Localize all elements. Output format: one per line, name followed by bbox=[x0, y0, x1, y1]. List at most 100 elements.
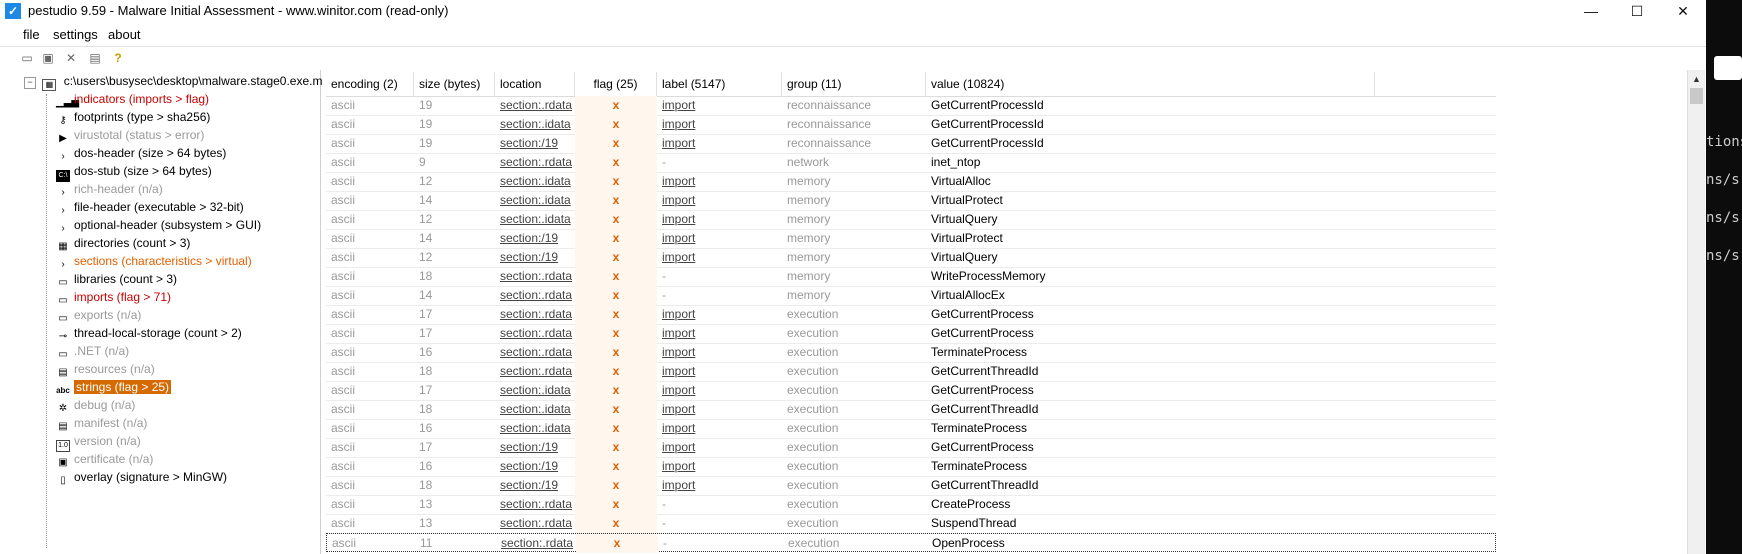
tree-item[interactable]: ▤ resources (n/a) bbox=[56, 360, 154, 378]
column-header[interactable]: flag (25) bbox=[575, 72, 657, 96]
table-cell[interactable]: import bbox=[657, 229, 782, 248]
maximize-button[interactable]: ☐ bbox=[1614, 0, 1660, 22]
help-icon[interactable]: ? bbox=[110, 50, 126, 66]
table-row[interactable]: ascii 17 section:.rdata x import execution Get… bbox=[326, 305, 1496, 325]
table-cell[interactable]: import bbox=[657, 476, 782, 495]
tree-item[interactable]: ⚷ footprints (type > sha256) bbox=[56, 108, 210, 126]
table-row[interactable]: ascii 19 section:.rdata x import reconnaissan… bbox=[326, 96, 1496, 116]
tree-item[interactable]: abc strings (flag > 25) bbox=[56, 378, 172, 396]
table-row[interactable]: ascii 16 section:.idata x import execution Ter… bbox=[326, 419, 1496, 439]
column-header[interactable]: group (11) bbox=[782, 72, 926, 96]
scroll-up-icon[interactable]: ▲ bbox=[1688, 72, 1705, 86]
table-row[interactable]: ascii 17 section:.rdata x import execution Get… bbox=[326, 324, 1496, 344]
table-row[interactable]: ascii 16 section:.rdata x import execution Ter… bbox=[326, 343, 1496, 363]
tree-item[interactable]: › sections (characteristics > virtual) bbox=[56, 252, 251, 270]
table-cell[interactable]: import bbox=[657, 400, 782, 419]
tree-item[interactable]: C:\ dos-stub (size > 64 bytes) bbox=[56, 162, 212, 182]
menu-file[interactable]: file bbox=[23, 27, 40, 42]
table-row[interactable]: ascii 14 section:/19 x import memory VirtualPr… bbox=[326, 229, 1496, 249]
table-cell[interactable]: import bbox=[657, 438, 782, 457]
table-row[interactable]: ascii 12 section:.idata x import memory Virtua… bbox=[326, 210, 1496, 230]
tree-item[interactable]: ▯ overlay (signature > MinGW) bbox=[56, 468, 227, 486]
table-cell[interactable]: section:/19 bbox=[495, 438, 575, 457]
table-cell[interactable]: section:.rdata bbox=[495, 267, 575, 286]
table-cell[interactable]: import bbox=[657, 96, 782, 115]
table-cell[interactable]: import bbox=[657, 172, 782, 191]
table-cell[interactable]: import bbox=[657, 134, 782, 153]
table-row[interactable]: ascii 13 section:.rdata x - execution SuspendT… bbox=[326, 514, 1496, 534]
table-cell[interactable]: import bbox=[657, 324, 782, 343]
table-cell[interactable]: section:.rdata bbox=[495, 153, 575, 172]
tree-item[interactable]: › dos-header (size > 64 bytes) bbox=[56, 144, 226, 162]
tree-item[interactable]: ✲ debug (n/a) bbox=[56, 396, 136, 414]
open-icon[interactable]: ▭ bbox=[19, 50, 35, 66]
table-row[interactable]: ascii 18 section:.rdata x import execution Get… bbox=[326, 362, 1496, 382]
table-cell[interactable]: section:.rdata bbox=[495, 286, 575, 305]
table-cell[interactable]: section:.rdata bbox=[495, 324, 575, 343]
table-cell[interactable]: import bbox=[657, 115, 782, 134]
list-icon[interactable]: ▤ bbox=[87, 50, 103, 66]
table-cell[interactable]: section:/19 bbox=[495, 476, 575, 495]
table-row[interactable]: ascii 18 section:.idata x import execution Get… bbox=[326, 400, 1496, 420]
table-cell[interactable]: section:.idata bbox=[495, 210, 575, 229]
table-cell[interactable]: import bbox=[657, 248, 782, 267]
tree-item[interactable]: ▣ certificate (n/a) bbox=[56, 450, 153, 468]
table-row[interactable]: ascii 11 section:.rdata x - execution OpenProc… bbox=[326, 533, 1496, 553]
tree-item[interactable]: ▭ libraries (count > 3) bbox=[56, 270, 177, 288]
table-cell[interactable]: section:.idata bbox=[495, 419, 575, 438]
table-cell[interactable]: import bbox=[657, 191, 782, 210]
table-cell[interactable]: section:/19 bbox=[495, 134, 575, 153]
minimize-button[interactable]: — bbox=[1568, 0, 1614, 22]
table-cell[interactable]: section:.rdata bbox=[495, 96, 575, 115]
column-header[interactable]: location bbox=[495, 72, 575, 96]
table-cell[interactable]: import bbox=[657, 457, 782, 476]
table-cell[interactable]: import bbox=[657, 210, 782, 229]
table-cell[interactable]: section:.idata bbox=[495, 400, 575, 419]
collapse-icon[interactable]: − bbox=[24, 77, 36, 89]
table-cell[interactable]: section:.idata bbox=[495, 191, 575, 210]
table-cell[interactable]: section:.rdata bbox=[496, 534, 576, 553]
tree-item[interactable]: ⊸ thread-local-storage (count > 2) bbox=[56, 324, 242, 342]
menu-about[interactable]: about bbox=[108, 27, 141, 42]
table-row[interactable]: ascii 18 section:/19 x import execution GetCur… bbox=[326, 476, 1496, 496]
table-cell[interactable]: import bbox=[657, 419, 782, 438]
tree-item[interactable]: ▦ directories (count > 3) bbox=[56, 234, 190, 252]
table-cell[interactable]: import bbox=[657, 381, 782, 400]
table-row[interactable]: ascii 19 section:/19 x import reconnaissance G… bbox=[326, 134, 1496, 154]
table-row[interactable]: ascii 17 section:.idata x import execution Get… bbox=[326, 381, 1496, 401]
save-icon[interactable]: ▣ bbox=[40, 50, 56, 66]
table-cell[interactable]: section:/19 bbox=[495, 248, 575, 267]
tree-root[interactable]: − ▦ c:\users\busysec\desktop\malware.sta… bbox=[24, 74, 322, 91]
table-cell[interactable]: section:/19 bbox=[495, 229, 575, 248]
tree-item[interactable]: ▁▃▅indicators (imports > flag) bbox=[56, 90, 209, 108]
table-row[interactable]: ascii 9 section:.rdata x - network inet_ntop bbox=[326, 153, 1496, 173]
table-row[interactable]: ascii 19 section:.idata x import reconnaissan… bbox=[326, 115, 1496, 135]
table-row[interactable]: ascii 16 section:/19 x import execution Termin… bbox=[326, 457, 1496, 477]
column-header[interactable]: label (5147) bbox=[657, 72, 782, 96]
close-icon[interactable]: ✕ bbox=[63, 50, 79, 66]
column-header[interactable]: encoding (2) bbox=[326, 72, 414, 96]
table-row[interactable]: ascii 13 section:.rdata x - execution CreatePr… bbox=[326, 495, 1496, 515]
close-button[interactable]: ✕ bbox=[1660, 0, 1706, 22]
table-cell[interactable]: import bbox=[657, 343, 782, 362]
tree-item[interactable]: › file-header (executable > 32-bit) bbox=[56, 198, 243, 216]
tree-item[interactable]: ▤ manifest (n/a) bbox=[56, 414, 147, 432]
table-cell[interactable]: import bbox=[657, 362, 782, 381]
tree-item[interactable]: ▭ exports (n/a) bbox=[56, 306, 141, 324]
column-header[interactable]: value (10824) bbox=[926, 72, 1375, 96]
table-cell[interactable]: section:.idata bbox=[495, 115, 575, 134]
table-cell[interactable]: section:.rdata bbox=[495, 343, 575, 362]
table-cell[interactable]: section:.rdata bbox=[495, 514, 575, 533]
table-cell[interactable]: section:.idata bbox=[495, 172, 575, 191]
table-cell[interactable]: section:.rdata bbox=[495, 495, 575, 514]
table-row[interactable]: ascii 14 section:.idata x import memory Virtua… bbox=[326, 191, 1496, 211]
table-row[interactable]: ascii 18 section:.rdata x - memory WriteProces… bbox=[326, 267, 1496, 287]
tree-item[interactable]: 1.0 version (n/a) bbox=[56, 432, 141, 452]
table-row[interactable]: ascii 12 section:.idata x import memory Virtua… bbox=[326, 172, 1496, 192]
tree-item[interactable]: ▶ virustotal (status > error) bbox=[56, 126, 204, 144]
column-header[interactable]: size (bytes) bbox=[414, 72, 495, 96]
tree-item[interactable]: ▭ imports (flag > 71) bbox=[56, 288, 171, 306]
vertical-scrollbar[interactable]: ▲ bbox=[1687, 70, 1705, 554]
table-row[interactable]: ascii 17 section:/19 x import execution GetCur… bbox=[326, 438, 1496, 458]
tree-item[interactable]: › rich-header (n/a) bbox=[56, 180, 162, 198]
